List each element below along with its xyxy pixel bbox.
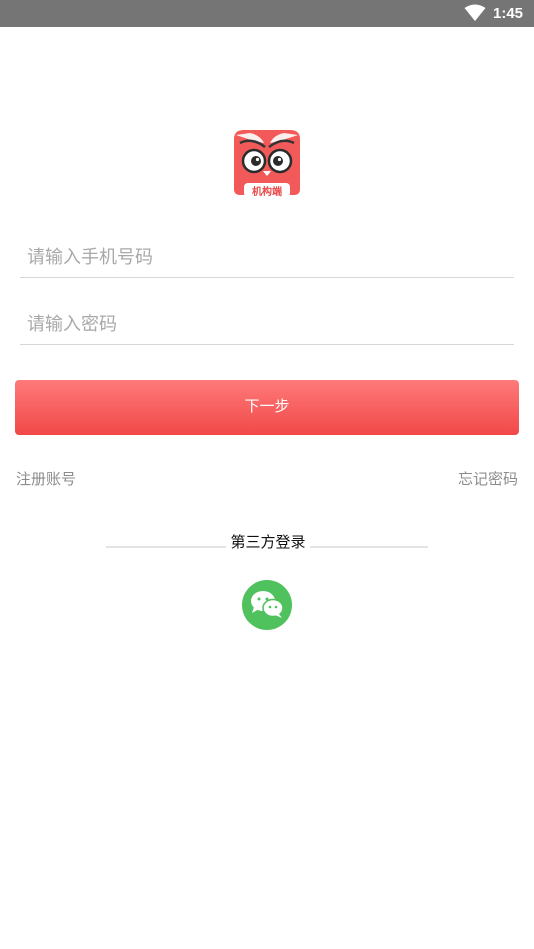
- login-screen: 1:45 机构端 下一步 注册账号 忘记密码 第三方登录: [0, 0, 534, 949]
- next-button[interactable]: 下一步: [15, 380, 519, 435]
- status-bar: 1:45: [0, 0, 534, 27]
- third-party-login-title: 第三方登录: [230, 533, 306, 551]
- logo-caption: 机构端: [252, 187, 282, 198]
- wechat-icon: [251, 591, 284, 618]
- forgot-password-link[interactable]: 忘记密码: [458, 469, 518, 489]
- divider-left: [106, 546, 226, 548]
- divider-right: [310, 546, 428, 548]
- phone-input[interactable]: [20, 237, 514, 277]
- password-input[interactable]: [20, 304, 514, 344]
- phone-field: [20, 237, 514, 278]
- status-time: 1:45: [493, 5, 524, 22]
- password-field: [20, 304, 514, 345]
- wechat-login-button[interactable]: [242, 580, 292, 630]
- wifi-icon: [464, 4, 486, 21]
- register-link[interactable]: 注册账号: [16, 469, 76, 489]
